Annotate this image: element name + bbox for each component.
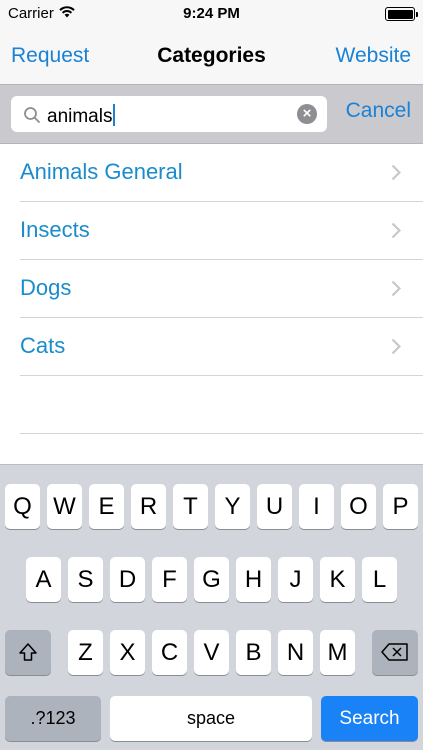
key-c[interactable]: C: [152, 630, 187, 675]
request-button[interactable]: Request: [11, 44, 89, 68]
chevron-right-icon: [391, 338, 401, 355]
shift-key[interactable]: [5, 630, 51, 675]
website-button[interactable]: Website: [336, 44, 411, 68]
key-i[interactable]: I: [299, 484, 334, 529]
key-a[interactable]: A: [26, 557, 61, 602]
clear-icon[interactable]: ×: [297, 104, 317, 124]
key-x[interactable]: X: [110, 630, 145, 675]
key-v[interactable]: V: [194, 630, 229, 675]
key-f[interactable]: F: [152, 557, 187, 602]
search-input[interactable]: animals ×: [11, 96, 327, 132]
chevron-right-icon: [391, 222, 401, 239]
battery-icon: [385, 7, 418, 21]
list-item-label: Cats: [20, 333, 66, 358]
navigation-bar: Request Categories Website: [0, 28, 423, 84]
key-l[interactable]: L: [362, 557, 397, 602]
list-item[interactable]: Cats: [0, 318, 423, 376]
key-p[interactable]: P: [383, 484, 418, 529]
numbers-key[interactable]: .?123: [5, 696, 101, 741]
delete-key[interactable]: [372, 630, 418, 675]
list-item-label: Insects: [20, 217, 90, 242]
chevron-right-icon: [391, 280, 401, 297]
cancel-button[interactable]: Cancel: [346, 99, 411, 123]
key-n[interactable]: N: [278, 630, 313, 675]
list-item[interactable]: Insects: [0, 202, 423, 260]
status-bar: Carrier 9:24 PM: [0, 0, 423, 28]
key-b[interactable]: B: [236, 630, 271, 675]
results-list: Animals General Insects Dogs Cats: [0, 144, 423, 434]
search-value: animals: [47, 106, 113, 127]
chevron-right-icon: [391, 164, 401, 181]
list-item-label: Animals General: [20, 159, 183, 184]
key-t[interactable]: T: [173, 484, 208, 529]
status-time: 9:24 PM: [183, 5, 240, 22]
shift-icon: [19, 643, 37, 661]
backspace-icon: [381, 643, 408, 661]
key-e[interactable]: E: [89, 484, 124, 529]
keyboard: Q W E R T Y U I O P A S D F G H J K L Z X C V B N M .?123 space Sear…: [0, 464, 423, 750]
space-key[interactable]: space: [110, 696, 312, 741]
key-m[interactable]: M: [320, 630, 355, 675]
key-s[interactable]: S: [68, 557, 103, 602]
battery-level: [387, 9, 413, 19]
key-j[interactable]: J: [278, 557, 313, 602]
key-z[interactable]: Z: [68, 630, 103, 675]
key-o[interactable]: O: [341, 484, 376, 529]
search-icon: [24, 107, 40, 123]
divider: [20, 433, 423, 434]
empty-row: [0, 376, 423, 434]
text-caret: [113, 104, 116, 126]
key-r[interactable]: R: [131, 484, 166, 529]
key-w[interactable]: W: [47, 484, 82, 529]
search-bar: animals × Cancel: [0, 84, 423, 144]
key-h[interactable]: H: [236, 557, 271, 602]
list-item[interactable]: Animals General: [0, 144, 423, 202]
key-u[interactable]: U: [257, 484, 292, 529]
list-item[interactable]: Dogs: [0, 260, 423, 318]
list-item-label: Dogs: [20, 275, 72, 300]
search-value-wrapper: animals: [47, 104, 116, 128]
key-q[interactable]: Q: [5, 484, 40, 529]
key-k[interactable]: K: [320, 557, 355, 602]
key-y[interactable]: Y: [215, 484, 250, 529]
key-g[interactable]: G: [194, 557, 229, 602]
search-key[interactable]: Search: [321, 696, 418, 741]
key-d[interactable]: D: [110, 557, 145, 602]
battery-tip: [415, 11, 418, 17]
